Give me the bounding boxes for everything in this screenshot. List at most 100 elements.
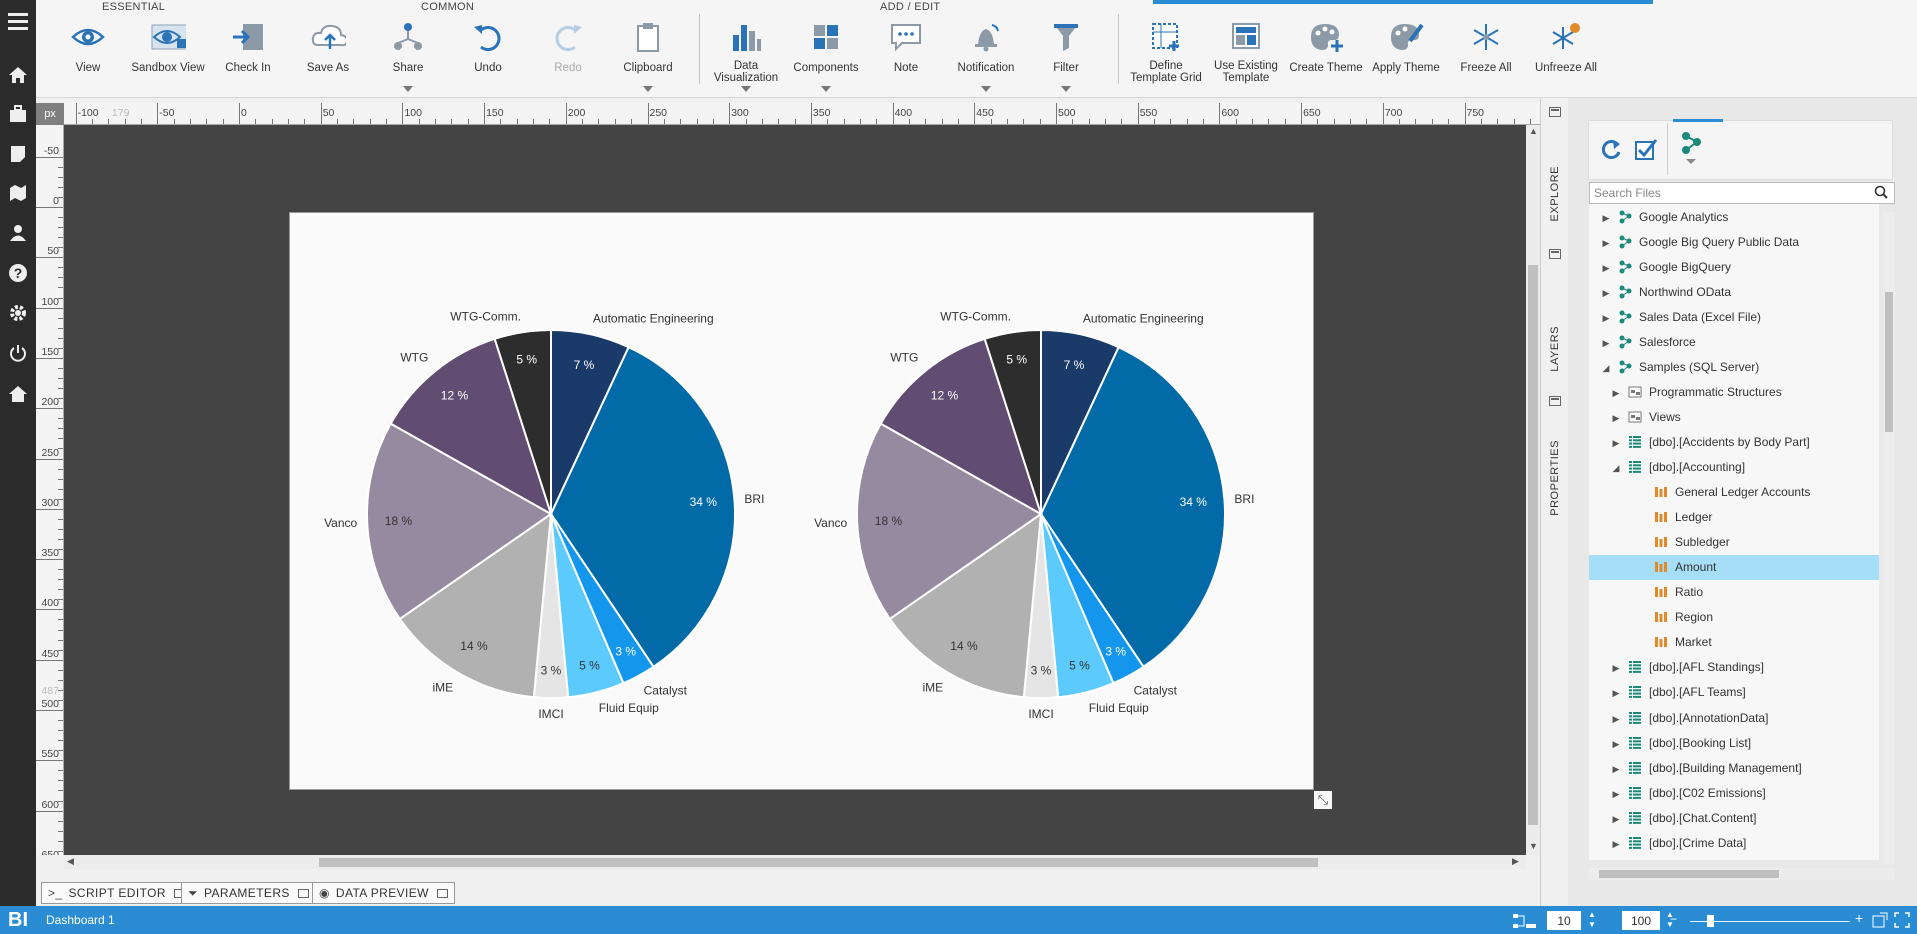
tree-item[interactable]: ▶ [dbo].[AFL Teams] — [1589, 680, 1879, 705]
tree-item[interactable]: ◢ [dbo].[Accounting] — [1589, 455, 1879, 480]
expand-caret-icon[interactable]: ▶ — [1611, 814, 1621, 825]
filter-button[interactable]: Filter — [1026, 18, 1106, 96]
use-existing-template-button[interactable]: Use Existing Template — [1206, 18, 1286, 96]
tree-item[interactable]: ▶ Programmatic Structures — [1589, 379, 1879, 404]
notification-button[interactable]: Notification — [946, 18, 1026, 96]
help-icon[interactable]: ? — [7, 262, 29, 284]
expand-caret-icon[interactable]: ▶ — [1611, 789, 1621, 800]
resize-handle-icon[interactable]: ⤡ — [1314, 791, 1332, 809]
filter-dropdown-caret[interactable] — [1061, 86, 1071, 92]
grid-size-input[interactable]: 10 — [1547, 911, 1581, 930]
undo-button[interactable]: Undo — [448, 18, 528, 96]
scroll-thumb[interactable] — [1599, 870, 1779, 878]
tree-item[interactable]: ▶ Views — [1589, 404, 1879, 429]
expand-caret-icon[interactable]: ▶ — [1601, 213, 1611, 224]
tree-item[interactable]: ▶[dbo].[DailyEBITDA] — [1589, 855, 1879, 860]
document-icon[interactable] — [7, 143, 29, 165]
dashboard-panel[interactable]: 7 % Automatic Engineering 34 % BRI 3 % Cataly… — [289, 212, 1314, 790]
search-icon[interactable] — [1874, 185, 1888, 202]
share-dropdown-caret[interactable] — [403, 86, 413, 92]
collapse-caret-icon[interactable]: ◢ — [1611, 463, 1621, 474]
expand-caret-icon[interactable]: ▶ — [1611, 388, 1621, 399]
tree-item[interactable]: Amount — [1589, 554, 1879, 580]
refresh-icon[interactable] — [1599, 137, 1623, 164]
minimize-icon[interactable] — [436, 888, 448, 898]
scroll-right-arrow-icon[interactable]: ▶ — [1512, 856, 1519, 867]
note-button[interactable]: Note — [866, 18, 946, 96]
tab-properties[interactable]: PROPERTIES — [1544, 428, 1566, 528]
tree-item[interactable]: ▶ Google Big Query Public Data — [1589, 229, 1879, 254]
zoom-slider-handle[interactable] — [1707, 915, 1714, 927]
pie-chart-left[interactable]: 7 % Automatic Engineering 34 % BRI 3 % Cataly… — [290, 213, 790, 773]
tree-item[interactable]: ▶ [dbo].[AnnotationData] — [1589, 705, 1879, 730]
tab-layers[interactable]: LAYERS — [1544, 310, 1566, 388]
expand-caret-icon[interactable]: ▶ — [1611, 764, 1621, 775]
expand-caret-icon[interactable]: ▶ — [1611, 688, 1621, 699]
expand-caret-icon[interactable]: ▶ — [1611, 739, 1621, 750]
check-in-button[interactable]: Check In — [208, 18, 288, 96]
data-visualization-dropdown-caret[interactable] — [741, 86, 751, 92]
save-as-button[interactable]: Save As — [288, 18, 368, 96]
tree-item[interactable]: Ledger — [1589, 505, 1879, 530]
expand-caret-icon[interactable]: ▶ — [1601, 238, 1611, 249]
tree-item[interactable]: ▶ [dbo].[Chat.Content] — [1589, 805, 1879, 830]
gear-icon[interactable] — [7, 302, 29, 324]
components-button[interactable]: Components — [786, 18, 866, 96]
pin-icon[interactable] — [1544, 104, 1566, 120]
tree-item[interactable]: Ratio — [1589, 580, 1879, 605]
data-visualization-button[interactable]: Data Visualization — [706, 18, 786, 96]
tree-vertical-scrollbar[interactable] — [1883, 212, 1895, 864]
tree-horizontal-scrollbar[interactable] — [1589, 868, 1895, 880]
power-icon[interactable] — [7, 342, 29, 364]
canvas-horizontal-scrollbar[interactable]: ◀ ▶ — [64, 855, 1526, 869]
home-icon[interactable] — [7, 64, 29, 86]
expand-caret-icon[interactable]: ▶ — [1611, 839, 1621, 850]
zoom-input[interactable]: 100 — [1622, 911, 1660, 930]
scroll-left-arrow-icon[interactable]: ◀ — [67, 856, 74, 867]
layout-tree-icon[interactable] — [1512, 912, 1538, 933]
tree-item[interactable]: ▶ Google Analytics — [1589, 204, 1879, 229]
clipboard-button[interactable]: Clipboard — [608, 18, 688, 96]
fit-window-icon[interactable] — [1872, 912, 1888, 931]
scroll-thumb[interactable] — [319, 858, 1318, 867]
tree-item[interactable]: ▶ Sales Data (Excel File) — [1589, 304, 1879, 329]
fullscreen-icon[interactable] — [1894, 912, 1910, 931]
dashboard-name[interactable]: Dashboard 1 — [46, 913, 115, 927]
scroll-up-arrow-icon[interactable]: ▲ — [1529, 126, 1538, 136]
tree-item[interactable]: ▶ [dbo].[AFL Standings] — [1589, 655, 1879, 680]
define-template-grid-button[interactable]: Define Template Grid — [1126, 18, 1206, 96]
apply-theme-button[interactable]: Apply Theme — [1366, 18, 1446, 96]
sandbox-view-button[interactable]: Sandbox View — [128, 18, 208, 96]
map-icon[interactable] — [7, 182, 29, 204]
tree-item[interactable]: Subledger — [1589, 530, 1879, 555]
tree-item[interactable]: ▶ [dbo].[Building Management] — [1589, 755, 1879, 780]
tab-explore[interactable]: EXPLORE — [1544, 158, 1566, 230]
hamburger-menu-icon[interactable] — [7, 10, 29, 32]
pie-chart-right[interactable]: 7 % Automatic Engineering 34 % BRI 3 % Cataly… — [780, 213, 1280, 773]
components-dropdown-caret[interactable] — [821, 86, 831, 92]
pin-icon[interactable] — [1544, 393, 1566, 409]
search-files-input[interactable]: Search Files — [1589, 182, 1895, 204]
tree-item[interactable]: ▶ [dbo].[C02 Emissions] — [1589, 780, 1879, 805]
unfreeze-all-button[interactable]: Unfreeze All — [1526, 18, 1606, 96]
tree-item[interactable]: ▶ [dbo].[Crime Data] — [1589, 830, 1879, 855]
tab-data-preview[interactable]: ◉ DATA PREVIEW — [312, 882, 455, 904]
tab-script-editor[interactable]: >_ SCRIPT EDITOR — [41, 882, 192, 904]
share-button[interactable]: Share — [368, 18, 448, 96]
tree-item[interactable]: ▶ Northwind OData — [1589, 279, 1879, 304]
zoom-out-icon[interactable]: − — [1670, 912, 1677, 926]
expand-caret-icon[interactable]: ▶ — [1601, 338, 1611, 349]
expand-caret-icon[interactable]: ▶ — [1601, 288, 1611, 299]
minimize-icon[interactable] — [297, 888, 309, 898]
notification-dropdown-caret[interactable] — [981, 86, 991, 92]
redo-button[interactable]: Redo — [528, 18, 608, 96]
home-alt-icon[interactable] — [7, 383, 29, 405]
tree-item[interactable]: ▶ [dbo].[Accidents by Body Part] — [1589, 429, 1879, 454]
zoom-slider[interactable] — [1690, 921, 1850, 922]
data-tree-icon[interactable] — [1679, 131, 1703, 168]
zoom-in-icon[interactable]: + — [1855, 910, 1863, 926]
scroll-down-arrow-icon[interactable]: ▼ — [1529, 841, 1538, 851]
scroll-thumb[interactable] — [1885, 292, 1893, 432]
scroll-thumb[interactable] — [1528, 265, 1538, 825]
expand-caret-icon[interactable]: ▶ — [1611, 663, 1621, 674]
